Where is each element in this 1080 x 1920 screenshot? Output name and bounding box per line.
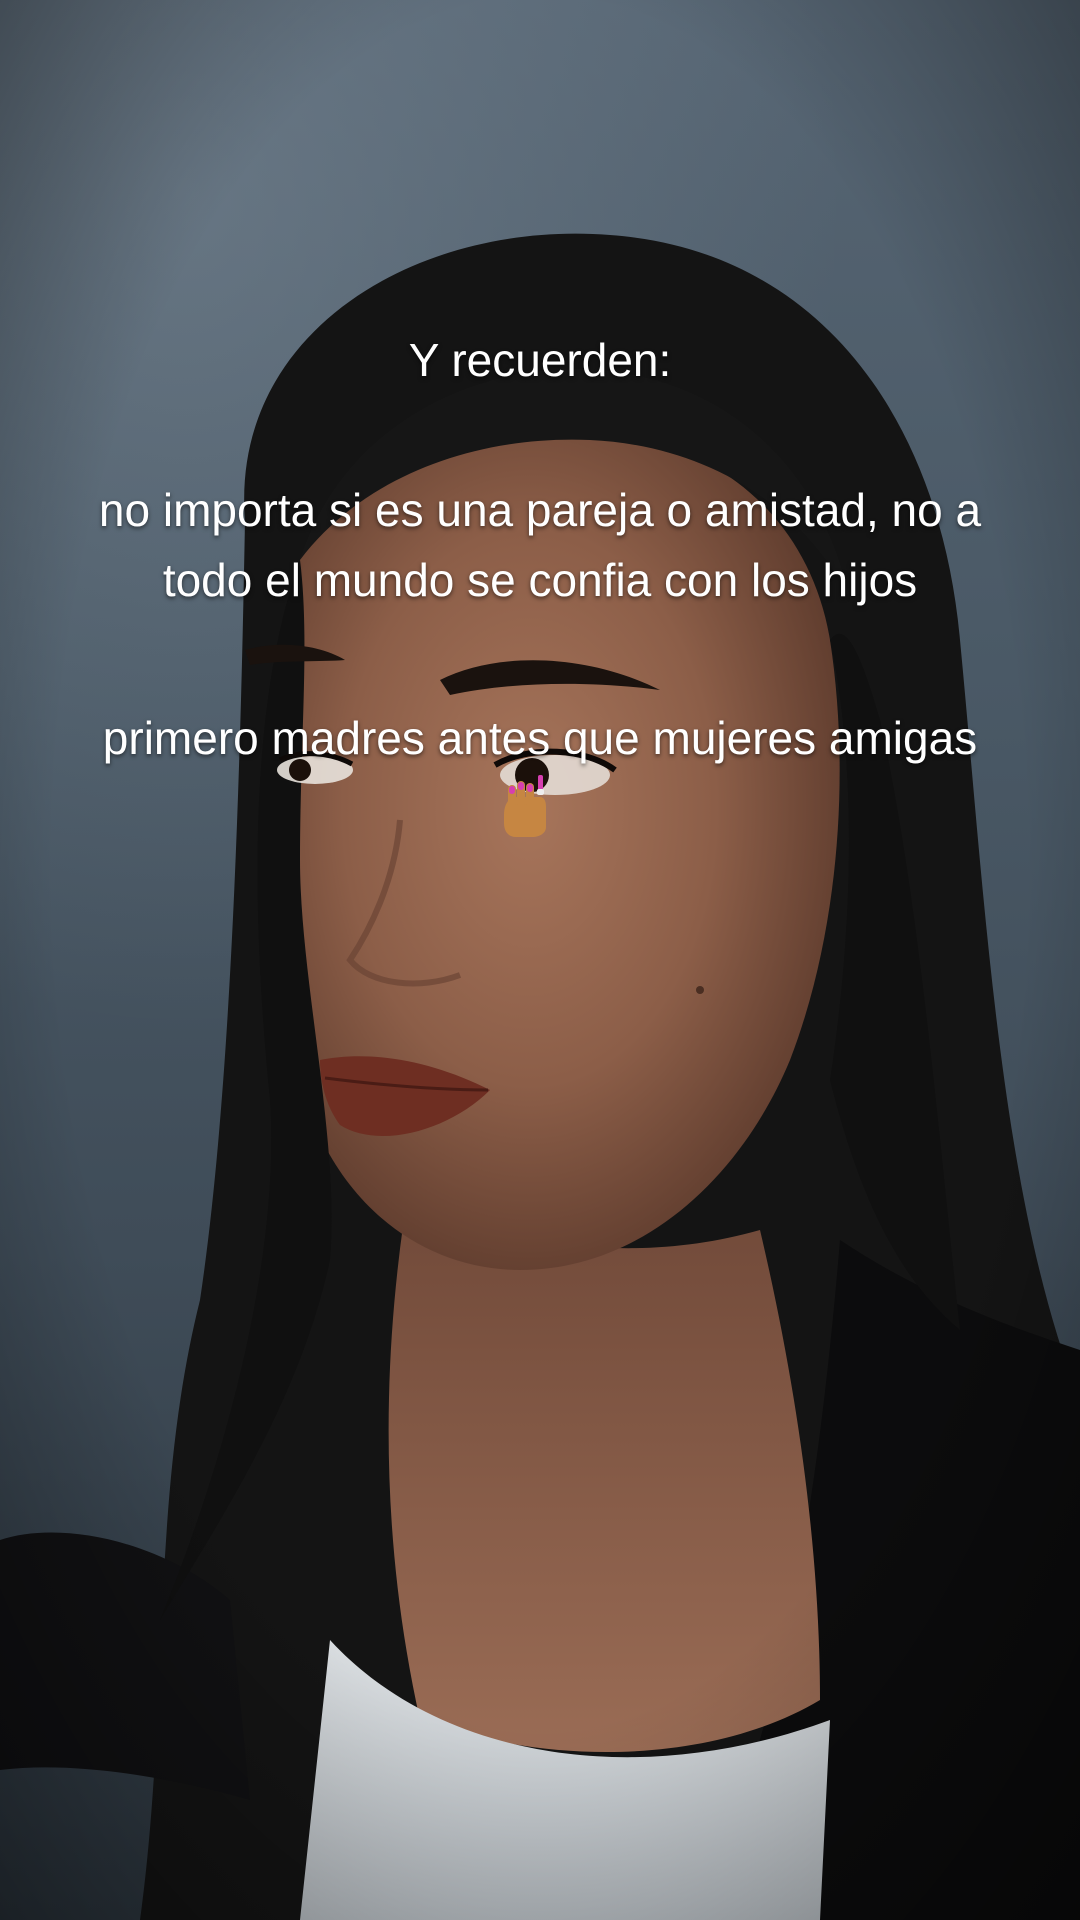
caption-text-1: Y recuerden: xyxy=(408,334,672,386)
caption-text-2a: no importa si es una pareja o amistad, n… xyxy=(98,484,982,536)
caption-text-3: primero madres antes que mujeres amigas xyxy=(102,712,978,764)
caption-line-2: no importa si es una pareja o amistad, n… xyxy=(40,475,1040,615)
portrait-photo xyxy=(0,0,1080,1920)
caption-line-1: Y recuerden: xyxy=(40,325,1040,395)
caption-text-2b: todo el mundo se confia con los hijos xyxy=(162,554,918,606)
nail-polish-emoji xyxy=(504,775,546,837)
caption-line-3: primero madres antes que mujeres amigas xyxy=(40,703,1040,773)
video-frame: Y recuerden: no importa si es una pareja… xyxy=(0,0,1080,1920)
